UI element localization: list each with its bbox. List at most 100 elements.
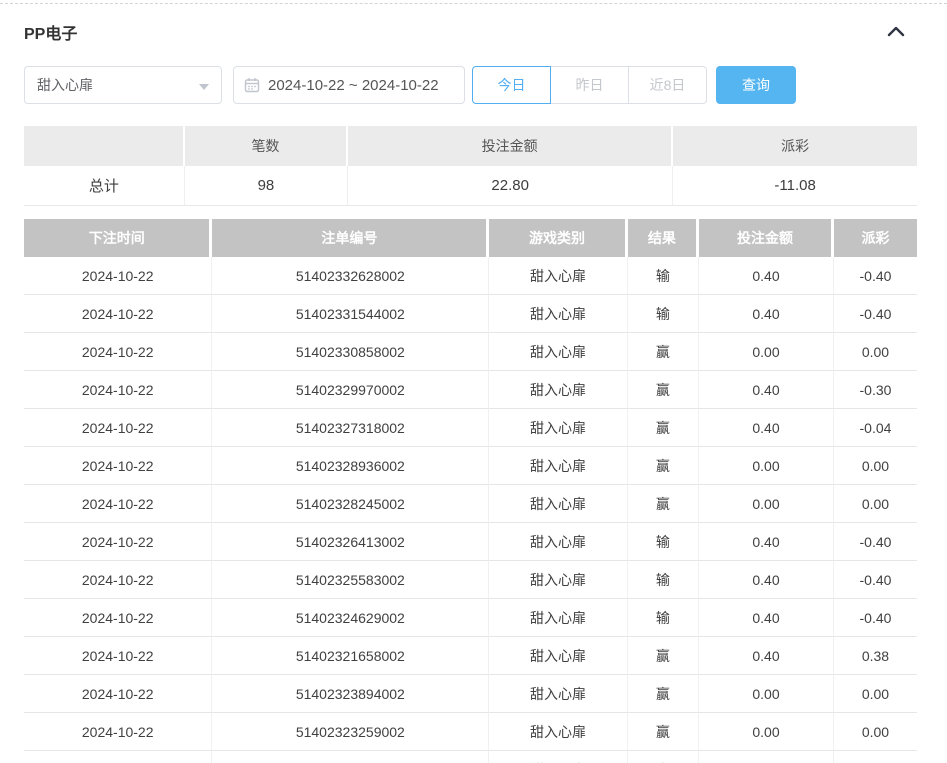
bet-amount-cell [699, 751, 834, 763]
payout-cell: 0.00 [834, 713, 917, 751]
bets-col-header: 注单编号 [212, 219, 489, 257]
summary-total-payout: -11.08 [673, 166, 917, 206]
table-row: 2024-10-2251402332628002甜入心扉输0.40-0.40 [24, 257, 917, 295]
pp-electronic-panel: PP电子 甜入心扉 [0, 0, 947, 763]
bet-amount-cell: 0.40 [699, 409, 834, 447]
payout-cell [834, 751, 917, 763]
payout-cell: -0.40 [834, 523, 917, 561]
calendar-icon [244, 77, 260, 93]
table-row: 2024-10-2251402321658002甜入心扉赢0.400.38 [24, 637, 917, 675]
payout-cell: 0.00 [834, 447, 917, 485]
game-select-value: 甜入心扉 [37, 75, 93, 95]
bet-time-cell: 2024-10-22 [24, 447, 212, 485]
bet-number-cell: 51402331544002 [212, 295, 489, 333]
bet-time-cell: 2024-10-22 [24, 523, 212, 561]
bets-col-header: 下注时间 [24, 219, 212, 257]
bet-time-cell: 2024-10-22 [24, 599, 212, 637]
payout-cell: 0.00 [834, 333, 917, 371]
payout-cell: 0.00 [834, 485, 917, 523]
bets-table: 下注时间注单编号游戏类别结果投注金额派彩 2024-10-22514023326… [24, 219, 917, 763]
game-type-cell: 甜入心扉 [489, 485, 627, 523]
summary-col-header: 投注金额 [348, 126, 673, 166]
bet-amount-cell: 0.00 [699, 333, 834, 371]
bet-amount-cell: 0.40 [699, 523, 834, 561]
game-type-cell: 甜入心扉 [489, 599, 627, 637]
bets-col-header: 游戏类别 [489, 219, 627, 257]
chevron-down-icon [199, 84, 209, 90]
game-type-cell: 甜入心扉 [489, 751, 627, 763]
game-type-cell: 甜入心扉 [489, 561, 627, 599]
bet-time-cell: 2024-10-22 [24, 675, 212, 713]
game-type-cell: 甜入心扉 [489, 371, 627, 409]
bet-time-cell: 2024-10-22 [24, 637, 212, 675]
table-row: 2024-10-2251402323259002甜入心扉赢0.000.00 [24, 713, 917, 751]
search-button[interactable]: 查询 [716, 66, 796, 104]
summary-total-row: 总计 98 22.80 -11.08 [24, 166, 917, 206]
game-type-cell: 甜入心扉 [489, 637, 627, 675]
bet-number-cell: 51402323259002 [212, 713, 489, 751]
payout-cell: 0.38 [834, 637, 917, 675]
payout-cell: -0.40 [834, 561, 917, 599]
bets-col-header: 投注金额 [699, 219, 834, 257]
bet-time-cell: 2024-10-22 [24, 409, 212, 447]
table-row: 2024-10-2251402323894002甜入心扉赢0.000.00 [24, 675, 917, 713]
result-cell: 赢 [628, 371, 699, 409]
result-cell: 赢 [628, 713, 699, 751]
top-dashed-divider [0, 3, 947, 4]
bet-time-cell: 2024-10-22 [24, 257, 212, 295]
result-cell: 赢 [628, 333, 699, 371]
bet-number-cell: 51402324629002 [212, 599, 489, 637]
game-type-cell: 甜入心扉 [489, 295, 627, 333]
game-type-cell: 甜入心扉 [489, 713, 627, 751]
bet-time-cell: 2024-10-22 [24, 333, 212, 371]
bet-time-cell: 2024-10-22 [24, 713, 212, 751]
result-cell: 输 [628, 561, 699, 599]
result-cell: 赢 [628, 751, 699, 763]
bet-time-cell: 2024-10-22 [24, 295, 212, 333]
payout-cell: -0.40 [834, 295, 917, 333]
quick-range-today-button[interactable]: 今日 [472, 66, 551, 104]
game-type-cell: 甜入心扉 [489, 675, 627, 713]
table-row: 2024-10-2251402330858002甜入心扉赢0.000.00 [24, 333, 917, 371]
game-type-cell: 甜入心扉 [489, 333, 627, 371]
panel-header: PP电子 [24, 18, 917, 46]
game-type-cell: 甜入心扉 [489, 447, 627, 485]
bet-number-cell: 51402321658002 [212, 637, 489, 675]
collapse-panel-button[interactable] [883, 21, 909, 43]
bet-amount-cell: 0.40 [699, 371, 834, 409]
chevron-up-icon [887, 25, 905, 40]
bet-number-cell: 51402325583002 [212, 561, 489, 599]
date-range-input[interactable]: 2024-10-22 ~ 2024-10-22 [233, 66, 465, 104]
summary-col-header: 派彩 [673, 126, 917, 166]
summary-col-header [24, 126, 185, 166]
bet-amount-cell: 0.40 [699, 257, 834, 295]
bet-number-cell: 51402328936002 [212, 447, 489, 485]
filter-bar: 甜入心扉 2024-10-22 ~ 2024-10-22 [24, 66, 917, 104]
quick-range-yesterday-button[interactable]: 昨日 [550, 66, 629, 104]
bet-amount-cell: 0.40 [699, 295, 834, 333]
bet-number-cell [212, 751, 489, 763]
bet-number-cell: 51402330858002 [212, 333, 489, 371]
payout-cell: -0.30 [834, 371, 917, 409]
result-cell: 输 [628, 523, 699, 561]
bet-amount-cell: 0.40 [699, 599, 834, 637]
table-row: 2024-10-2251402329970002甜入心扉赢0.40-0.30 [24, 371, 917, 409]
game-type-cell: 甜入心扉 [489, 523, 627, 561]
table-row: 甜入心扉赢 [24, 751, 917, 763]
bet-number-cell: 51402332628002 [212, 257, 489, 295]
page-title: PP电子 [24, 20, 77, 44]
game-select[interactable]: 甜入心扉 [24, 66, 222, 104]
table-row: 2024-10-2251402331544002甜入心扉输0.40-0.40 [24, 295, 917, 333]
summary-header-row: 笔数投注金额派彩 [24, 126, 917, 166]
bet-number-cell: 51402329970002 [212, 371, 489, 409]
quick-range-last8days-button[interactable]: 近8日 [628, 66, 707, 104]
summary-col-header: 笔数 [185, 126, 348, 166]
table-row: 2024-10-2251402326413002甜入心扉输0.40-0.40 [24, 523, 917, 561]
bets-table-body: 2024-10-2251402332628002甜入心扉输0.40-0.4020… [24, 257, 917, 763]
table-row: 2024-10-2251402327318002甜入心扉赢0.40-0.04 [24, 409, 917, 447]
result-cell: 赢 [628, 409, 699, 447]
result-cell: 输 [628, 295, 699, 333]
bets-col-header: 派彩 [834, 219, 917, 257]
result-cell: 赢 [628, 675, 699, 713]
bet-amount-cell: 0.00 [699, 485, 834, 523]
